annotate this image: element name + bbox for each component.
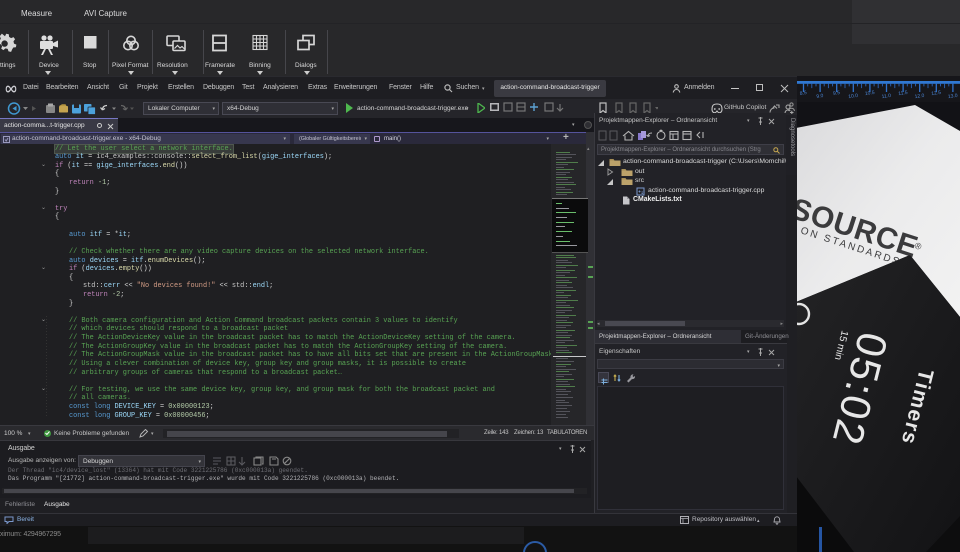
svg-text:9.0: 9.0 — [816, 93, 824, 100]
svg-text:8.5: 8.5 — [800, 90, 808, 97]
svg-text:9.5: 9.5 — [833, 90, 841, 97]
